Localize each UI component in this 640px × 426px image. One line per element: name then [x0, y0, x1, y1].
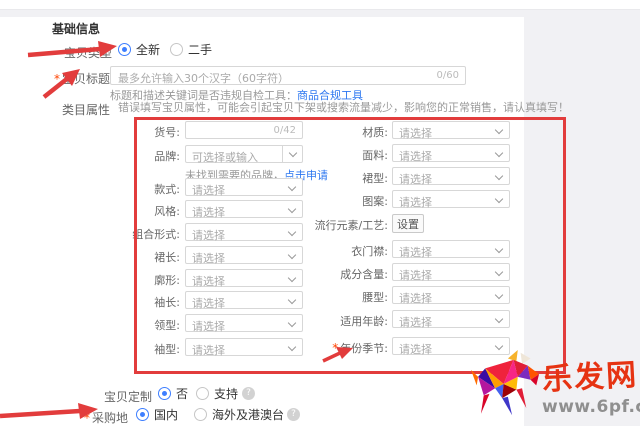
placeholder-text: 请选择	[399, 194, 432, 210]
placeholder-text: 请选择	[399, 171, 432, 187]
attr-row: 图案请选择	[0, 190, 524, 209]
radio-unselected-icon[interactable]	[196, 387, 209, 400]
radio-label: 全新	[136, 41, 160, 58]
attr-row: 腰型请选择	[0, 286, 524, 305]
item-type-label: 宝贝类型	[0, 44, 112, 61]
watermark-brand-text: 乐发网	[541, 349, 640, 398]
category-attrs-notice: 错误填写宝贝属性，可能会引起宝贝下架或搜索流量减少，影响您的正常销售，请认真填写…	[118, 99, 569, 115]
item-title-input[interactable]: 最多允许输入30个汉字（60字符） 0/60	[110, 66, 466, 85]
chevron-down-icon	[495, 195, 503, 203]
radio-option[interactable]: 支持	[196, 386, 238, 400]
field-label: 图案	[0, 193, 388, 209]
select-dropdown[interactable]: 请选择	[392, 190, 510, 208]
field-label: 材质	[0, 124, 388, 140]
radio-option[interactable]: 海外及港澳台	[194, 407, 284, 421]
section-header: 基础信息	[52, 20, 100, 37]
attr-row: *年份季节请选择	[0, 337, 524, 356]
required-asterisk: *	[84, 411, 90, 425]
attr-row: 衣门襟请选择	[0, 240, 524, 259]
attr-row: 流行元素/工艺设置	[0, 214, 524, 233]
select-dropdown[interactable]: 请选择	[392, 286, 510, 304]
attr-row: 裙型请选择	[0, 167, 524, 186]
field-label: 流行元素/工艺	[0, 217, 388, 233]
radio-label: 支持	[214, 385, 238, 402]
placeholder-text: 请选择	[399, 125, 432, 141]
select-dropdown[interactable]: 请选择	[392, 263, 510, 281]
radio-unselected-icon[interactable]	[194, 408, 207, 421]
item-title-counter: 0/60	[437, 70, 459, 81]
placeholder-text: 请选择	[399, 244, 432, 260]
required-asterisk: *	[54, 72, 60, 86]
radio-unselected-icon[interactable]	[170, 43, 183, 56]
field-label: 裙型	[0, 170, 388, 186]
select-dropdown[interactable]: 请选择	[392, 121, 510, 139]
radio-option[interactable]: 国内	[136, 407, 178, 421]
placeholder-text: 请选择	[399, 290, 432, 306]
customization-label: 宝贝定制	[0, 388, 152, 405]
chevron-down-icon	[495, 315, 503, 323]
chevron-down-icon	[495, 149, 503, 157]
chevron-down-icon	[495, 172, 503, 180]
radio-option[interactable]: 否	[158, 386, 188, 400]
item-title-placeholder: 最多允许输入30个汉字（60字符）	[118, 70, 289, 86]
category-attrs-label: 类目属性	[0, 101, 110, 118]
field-label: 衣门襟	[0, 243, 388, 259]
item-title-label: *宝贝标题	[0, 70, 110, 87]
radio-option[interactable]: 全新	[118, 42, 160, 56]
chevron-down-icon	[495, 268, 503, 276]
attr-row: 成分含量请选择	[0, 263, 524, 282]
placeholder-text: 请选择	[399, 314, 432, 330]
radio-option[interactable]: 二手	[170, 42, 212, 56]
radio-selected-icon[interactable]	[136, 408, 149, 421]
select-dropdown[interactable]: 请选择	[392, 144, 510, 162]
attr-row: 适用年龄请选择	[0, 310, 524, 329]
chevron-down-icon	[495, 245, 503, 253]
radio-selected-icon[interactable]	[118, 43, 131, 56]
watermark-url: www.6pf.cn	[542, 397, 640, 417]
placeholder-text: 请选择	[399, 341, 432, 357]
field-label: 腰型	[0, 289, 388, 305]
attr-row: 面料请选择	[0, 144, 524, 163]
field-label: 面料	[0, 147, 388, 163]
purchase-place-label: *采购地	[0, 409, 128, 426]
select-dropdown[interactable]: 请选择	[392, 310, 510, 328]
top-bar	[0, 0, 640, 10]
chevron-down-icon	[495, 291, 503, 299]
field-label: 适用年龄	[0, 313, 388, 329]
radio-selected-icon[interactable]	[158, 387, 171, 400]
placeholder-text: 请选择	[399, 267, 432, 283]
chevron-down-icon	[495, 126, 503, 134]
page-gap	[0, 10, 640, 17]
field-label: 成分含量	[0, 266, 388, 282]
required-asterisk: *	[332, 341, 338, 355]
watermark-bull-logo	[471, 346, 549, 422]
radio-label: 二手	[188, 41, 212, 58]
help-icon[interactable]: ?	[242, 387, 255, 400]
radio-label: 国内	[154, 406, 178, 423]
help-icon[interactable]: ?	[287, 408, 300, 421]
placeholder-text: 请选择	[399, 148, 432, 164]
field-label: *年份季节	[0, 340, 388, 356]
radio-label: 否	[176, 385, 188, 402]
settings-button[interactable]: 设置	[392, 214, 424, 233]
attr-row: 材质请选择	[0, 121, 524, 140]
radio-label: 海外及港澳台	[212, 406, 284, 423]
select-dropdown[interactable]: 请选择	[392, 240, 510, 258]
select-dropdown[interactable]: 请选择	[392, 167, 510, 185]
